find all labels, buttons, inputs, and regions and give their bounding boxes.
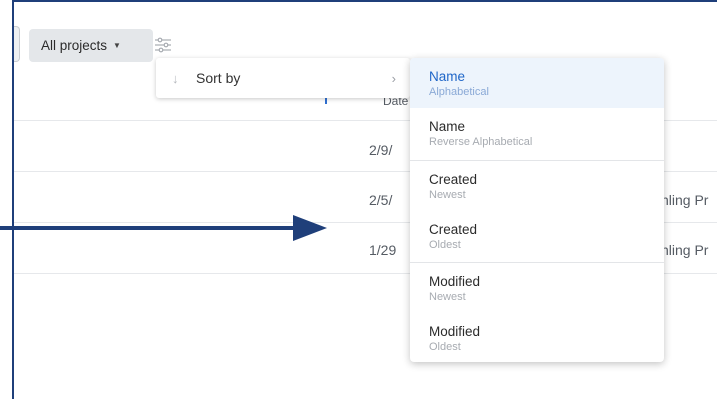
chevron-right-icon: › [391,70,396,86]
sort-option-modified-newest[interactable]: Modified Newest [410,263,664,313]
arrow-right-icon [293,215,327,241]
sort-option-name-reverse[interactable]: Name Reverse Alphabetical [410,108,664,158]
arrow-down-icon: ↓ [172,70,179,86]
sort-option-sublabel: Newest [429,291,466,303]
sort-option-sublabel: Newest [429,189,466,201]
sort-option-label: Name [429,69,466,84]
all-projects-label: All projects [41,38,108,53]
sort-options-submenu: Name Alphabetical Name Reverse Alphabeti… [410,58,664,362]
sort-by-label: Sort by [196,70,241,86]
sort-by-menu-item[interactable]: ↓ Sort by › [156,58,410,98]
sort-option-sublabel: Reverse Alphabetical [429,136,533,148]
sort-option-label: Created [429,172,478,187]
sort-option-name-alphabetical[interactable]: Name Alphabetical [410,58,664,108]
sort-option-modified-oldest[interactable]: Modified Oldest [410,313,664,362]
search-field-edge[interactable] [14,26,20,62]
sort-option-created-newest[interactable]: Created Newest [410,161,664,211]
sort-option-created-oldest[interactable]: Created Oldest [410,211,664,261]
sliders-icon[interactable] [154,37,172,53]
annotation-arrow-shaft [0,226,296,230]
sort-option-label: Name [429,119,466,134]
sort-option-sublabel: Alphabetical [429,86,489,98]
all-projects-dropdown[interactable]: All projects ▼ [29,29,153,62]
row-3-date: 1/29 [369,242,397,258]
sort-option-sublabel: Oldest [429,341,461,353]
caret-down-icon: ▼ [113,41,121,50]
sort-option-label: Modified [429,324,481,339]
sort-option-sublabel: Oldest [429,239,461,251]
sort-option-label: Modified [429,274,481,289]
app-frame: All projects ▼ Date 2/9/ 2/5/ chling Pr … [12,0,717,399]
row-1-date: 2/9/ [369,142,393,158]
sort-option-label: Created [429,222,478,237]
row-2-date: 2/5/ [369,192,393,208]
